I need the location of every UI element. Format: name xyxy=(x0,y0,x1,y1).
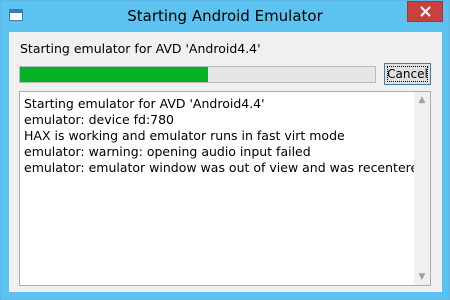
log-line: emulator: device fd:780 xyxy=(24,112,175,127)
log-output[interactable]: Starting emulator for AVD 'Android4.4' e… xyxy=(19,91,431,286)
log-line: Starting emulator for AVD 'Android4.4' xyxy=(24,96,265,111)
progress-bar xyxy=(19,66,376,83)
log-line: emulator: emulator window was out of vie… xyxy=(24,160,427,175)
title-bar[interactable]: Starting Android Emulator xyxy=(1,1,449,32)
dialog-content: Starting emulator for AVD 'Android4.4' C… xyxy=(9,32,442,292)
status-label: Starting emulator for AVD 'Android4.4' xyxy=(20,41,261,56)
vertical-scrollbar[interactable]: ▲ ▼ xyxy=(414,92,430,285)
cancel-button[interactable]: Cancel xyxy=(384,63,431,85)
close-icon xyxy=(420,6,431,17)
log-lines: Starting emulator for AVD 'Android4.4' e… xyxy=(24,96,427,176)
close-button[interactable] xyxy=(407,1,443,22)
window-title: Starting Android Emulator xyxy=(127,7,323,25)
log-line: emulator: warning: opening audio input f… xyxy=(24,144,311,159)
scroll-down-arrow-icon[interactable]: ▼ xyxy=(414,269,430,285)
log-line: HAX is working and emulator runs in fast… xyxy=(24,128,345,143)
dialog-window: Starting Android Emulator Starting emula… xyxy=(0,0,450,300)
scroll-up-arrow-icon[interactable]: ▲ xyxy=(414,92,430,108)
progress-fill xyxy=(20,67,209,82)
